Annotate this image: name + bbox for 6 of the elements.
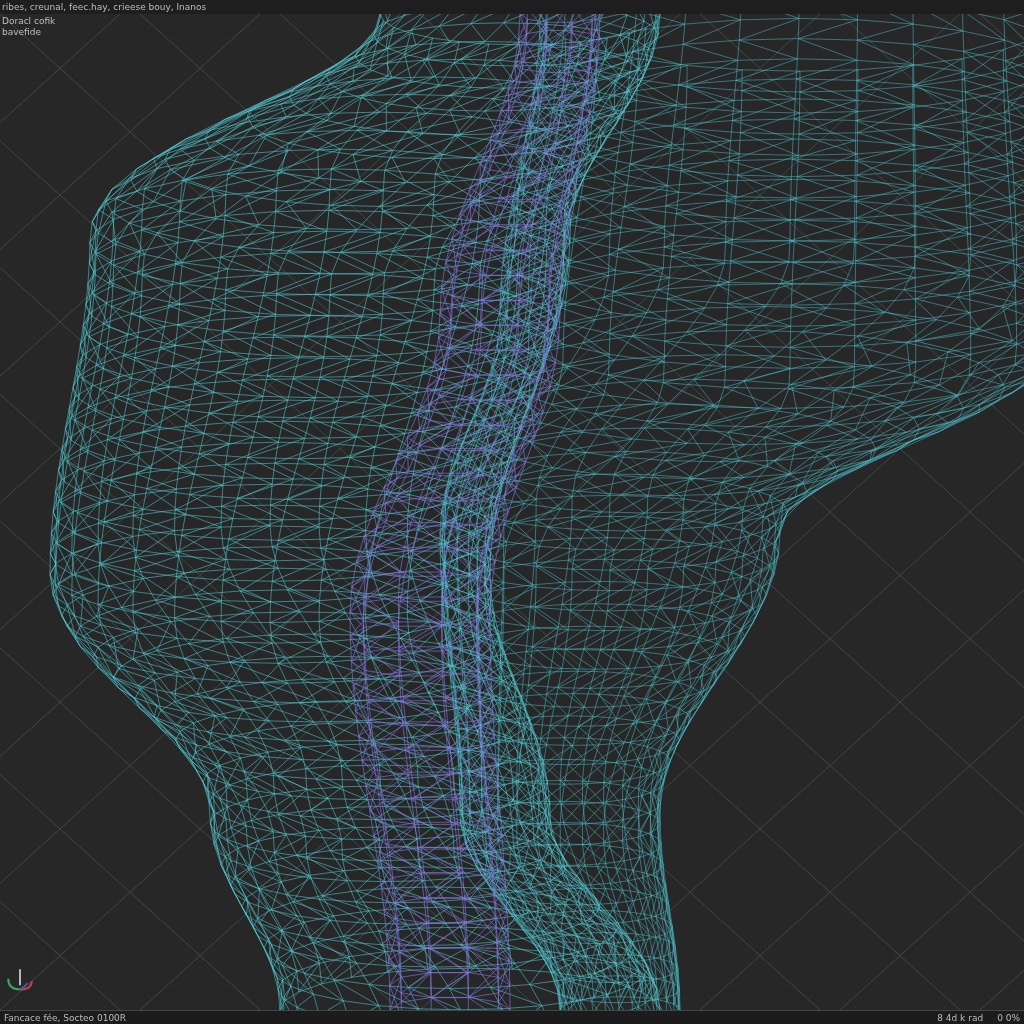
status-text: Fancace fée, Socteo 0100R <box>4 1012 127 1023</box>
status-item: 8 4d k rad <box>937 1012 984 1023</box>
viewport-label: Doracl cofik <box>2 16 56 26</box>
viewport-label: bavefide <box>2 27 42 37</box>
menu-text: ribes, creunal, feec.hay, crieese bouy, lnanos <box>0 0 1024 14</box>
status-item: 0 0% <box>997 1012 1020 1023</box>
